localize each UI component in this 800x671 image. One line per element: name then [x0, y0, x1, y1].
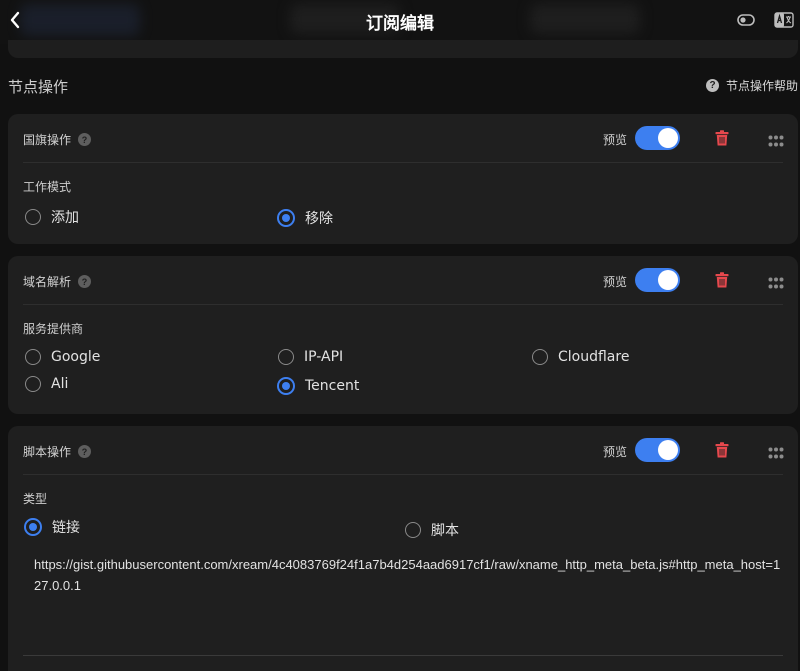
script-operation-card: 脚本操作 ? 预览 类型 链接 脚本 https://gist.githubus… [8, 426, 798, 671]
type-label: 类型 [23, 492, 48, 506]
trash-icon [715, 130, 729, 146]
section-title: 节点操作 [8, 78, 69, 96]
translate-button[interactable] [774, 12, 794, 32]
preview-toggle[interactable] [635, 438, 680, 462]
card-title: 域名解析 ? [23, 273, 92, 290]
grip-dots-icon [768, 447, 784, 459]
page-title: 订阅编辑 [366, 14, 434, 34]
radio-circle [532, 349, 548, 365]
help-label: 节点操作帮助 [726, 79, 799, 93]
card-title: 国旗操作 ? [23, 131, 92, 148]
radio-cloudflare[interactable]: Cloudflare [532, 349, 629, 365]
radio-remove[interactable]: 移除 [277, 208, 333, 228]
toggle-switch-icon [737, 14, 755, 26]
drag-handle[interactable] [768, 444, 784, 463]
radio-google[interactable]: Google [25, 349, 100, 365]
radio-label: 链接 [52, 520, 80, 536]
trash-icon [715, 442, 729, 458]
delete-button[interactable] [715, 442, 729, 462]
card-title: 脚本操作 ? [23, 443, 92, 460]
domain-resolution-card: 域名解析 ? 预览 服务提供商 Google IP-API Cloudflare… [8, 256, 798, 414]
divider [23, 474, 783, 475]
radio-label: Cloudflare [558, 349, 630, 365]
toggle-knob [658, 270, 678, 290]
toggle-knob [658, 128, 678, 148]
preview-label: 预览 [603, 445, 628, 459]
card-header: 脚本操作 ? 预览 [8, 426, 798, 474]
radio-circle [25, 349, 41, 365]
radio-label: IP-API [304, 349, 344, 365]
grip-dots-icon [768, 135, 784, 147]
card-title-text: 域名解析 [23, 275, 72, 289]
radio-add[interactable]: 添加 [25, 207, 79, 227]
radio-label: Tencent [305, 378, 360, 394]
subscription-edit-page: 订阅编辑 节点操作 ? 节点操作帮助 国旗操作 ? 预览 工作模式 添加 移除 … [0, 0, 800, 671]
delete-button[interactable] [715, 272, 729, 292]
drag-handle[interactable] [768, 132, 784, 151]
preview-toggle[interactable] [635, 126, 680, 150]
question-circle-icon[interactable]: ? [78, 133, 92, 146]
question-circle-icon[interactable]: ? [78, 445, 92, 458]
card-title-text: 国旗操作 [23, 133, 72, 147]
flag-operation-card: 国旗操作 ? 预览 工作模式 添加 移除 [8, 114, 798, 244]
radio-label: 脚本 [431, 523, 459, 539]
radio-circle [278, 349, 294, 365]
card-title-text: 脚本操作 [23, 445, 72, 459]
trash-icon [715, 272, 729, 288]
card-header: 域名解析 ? 预览 [8, 256, 798, 304]
radio-circle [24, 518, 42, 536]
divider [23, 304, 783, 305]
grip-dots-icon [768, 277, 784, 289]
radio-circle [277, 209, 295, 227]
preview-label: 预览 [603, 275, 628, 289]
radio-circle [25, 209, 41, 225]
node-operation-help-link[interactable]: ? 节点操作帮助 [706, 77, 798, 94]
service-provider-label: 服务提供商 [23, 322, 84, 336]
question-circle-icon[interactable]: ? [78, 275, 92, 288]
radio-label: 移除 [305, 211, 333, 227]
translate-icon [774, 12, 794, 28]
card-header: 国旗操作 ? 预览 [8, 114, 798, 162]
radio-label: 添加 [51, 210, 79, 226]
script-url-input[interactable]: https://gist.githubusercontent.com/xream… [34, 554, 784, 596]
toggle-view-button[interactable] [737, 12, 755, 31]
radio-script[interactable]: 脚本 [405, 520, 459, 540]
work-mode-label: 工作模式 [23, 180, 72, 194]
input-underline [23, 655, 783, 656]
drag-handle[interactable] [768, 274, 784, 293]
radio-circle [25, 376, 41, 392]
top-bar: 订阅编辑 [0, 0, 800, 44]
radio-link[interactable]: 链接 [24, 517, 80, 537]
toggle-knob [658, 440, 678, 460]
preview-label: 预览 [603, 133, 628, 147]
radio-tencent[interactable]: Tencent [277, 377, 359, 395]
radio-ali[interactable]: Ali [25, 376, 68, 392]
radio-circle [405, 522, 421, 538]
radio-ip-api[interactable]: IP-API [278, 349, 343, 365]
radio-circle [277, 377, 295, 395]
previous-card-bottom [8, 40, 798, 58]
radio-label: Ali [51, 376, 69, 392]
delete-button[interactable] [715, 130, 729, 150]
radio-label: Google [51, 349, 101, 365]
question-circle-icon: ? [706, 79, 719, 92]
divider [23, 162, 783, 163]
preview-toggle[interactable] [635, 268, 680, 292]
